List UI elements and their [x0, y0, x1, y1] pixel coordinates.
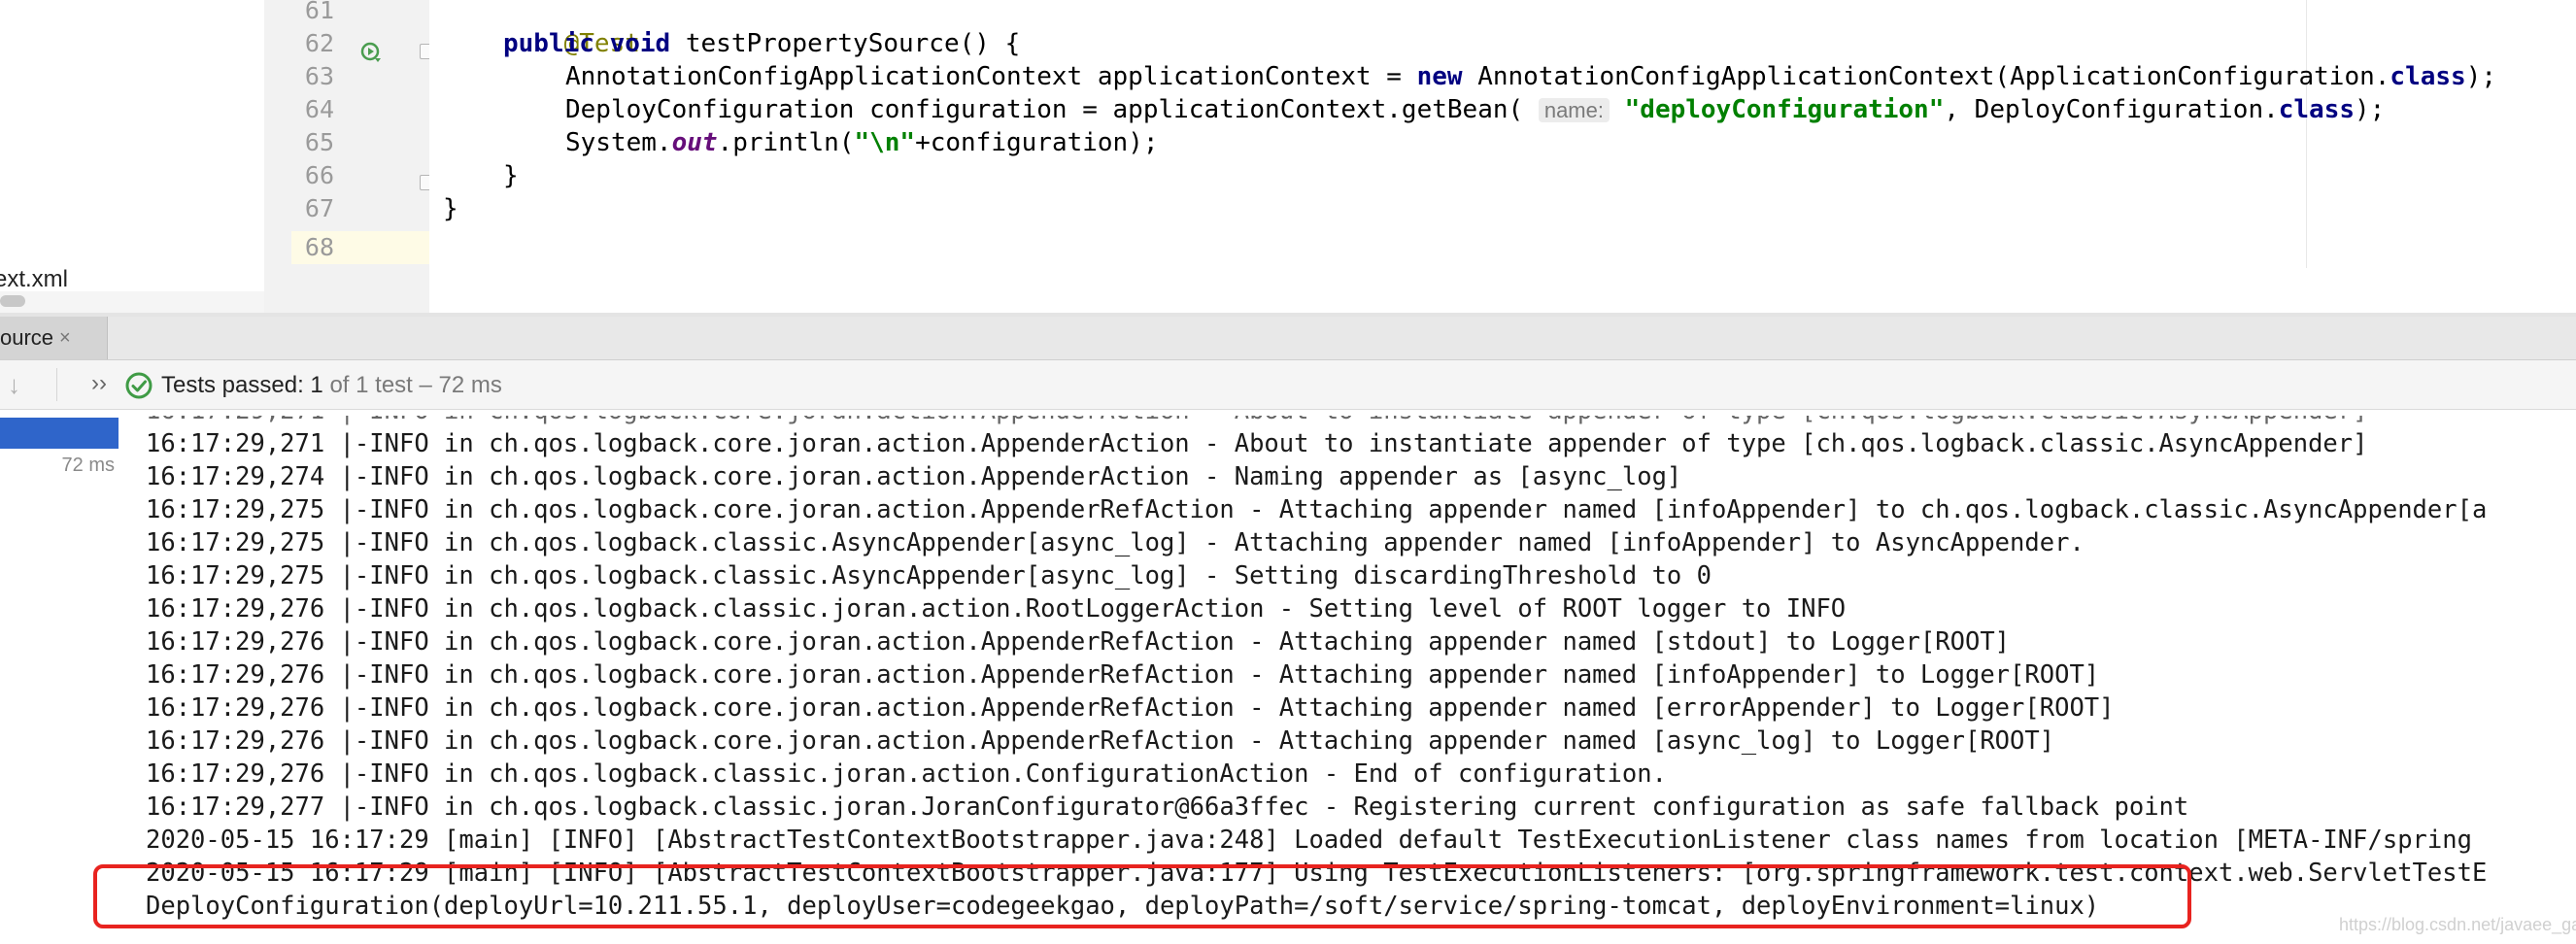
- test-status-text: Tests passed: 1 of 1 test – 72 ms: [161, 372, 502, 399]
- code-text: DeployConfiguration configuration = appl…: [565, 95, 1524, 124]
- code-text: );: [2355, 95, 2386, 124]
- static-field-token: out: [671, 128, 718, 157]
- console-line: 16:17:29,275 |-INFO in ch.qos.logback.cl…: [146, 528, 2085, 557]
- run-toolbar: ↓ ›› Tests passed: 1 of 1 test – 72 ms: [0, 360, 2576, 410]
- code-line-66: }: [503, 161, 519, 190]
- line-number: 63: [304, 62, 334, 90]
- test-name: eek: [0, 452, 36, 476]
- line-number: 65: [304, 128, 334, 156]
- test-results-tree: eek 72 ms 72 ms: [0, 410, 119, 944]
- code-line-67: }: [443, 194, 458, 223]
- watermark: https://blog.csdn.net/javaee_gao: [2339, 915, 2576, 934]
- keyword-token: void: [609, 29, 671, 58]
- console-line: 16:17:29,271 |-INFO in ch.qos.logback.co…: [146, 429, 2368, 458]
- console-line-result: DeployConfiguration(deployUrl=10.211.55.…: [146, 892, 2100, 921]
- test-duration: 72 ms: [61, 485, 115, 506]
- run-tab[interactable]: ource ×: [0, 317, 108, 359]
- code-text: System.: [565, 128, 672, 157]
- console-line: 16:17:29,276 |-INFO in ch.qos.logback.co…: [146, 627, 2011, 657]
- parameter-hint: name:: [1538, 98, 1610, 122]
- test-status-count: 1: [310, 372, 323, 398]
- project-tree-item[interactable]: ext.xml: [0, 266, 68, 293]
- code-line-64: DeployConfiguration configuration = appl…: [565, 93, 2385, 126]
- code-editor[interactable]: @Test public void testPropertySource() {…: [429, 0, 2576, 313]
- tests-passed-icon: [125, 372, 153, 399]
- code-text: +configuration);: [915, 128, 1159, 157]
- run-test-icon[interactable]: [359, 39, 385, 64]
- project-tree-panel: ext.xml: [0, 0, 265, 292]
- code-line-65: System.out.println("\n"+configuration);: [565, 126, 1159, 159]
- right-margin-guide: [2306, 0, 2307, 268]
- console-line: 2020-05-15 16:17:29 [main] [INFO] [Abstr…: [146, 826, 2472, 855]
- project-tree-scrollbar-track[interactable]: [0, 291, 264, 313]
- console-line: 2020-05-15 16:17:29 [main] [INFO] [Abstr…: [146, 859, 2488, 888]
- code-line-63: AnnotationConfigApplicationContext appli…: [565, 60, 2496, 93]
- console-output[interactable]: 16:17:29,271 |-INFO in ch.qos.logback.co…: [119, 410, 2576, 944]
- line-number: 68: [304, 233, 334, 261]
- test-status-prefix: Tests passed:: [161, 372, 311, 398]
- code-text: testPropertySource() {: [670, 29, 1021, 58]
- line-number: 66: [304, 161, 334, 189]
- close-icon[interactable]: ×: [59, 327, 71, 350]
- console-line: 16:17:29,275 |-INFO in ch.qos.logback.co…: [146, 495, 2488, 524]
- console-line: 16:17:29,275 |-INFO in ch.qos.logback.cl…: [146, 561, 1712, 590]
- console-line: 16:17:29,271 |-INFO in ch.qos.logback.co…: [146, 410, 2368, 425]
- keyword-token: class: [2278, 95, 2356, 124]
- console-line: 16:17:29,276 |-INFO in ch.qos.logback.cl…: [146, 759, 1667, 789]
- string-token: "deployConfiguration": [1624, 95, 1945, 124]
- test-tree-row[interactable]: 72 ms: [62, 455, 115, 477]
- run-tab-bar: ource ×: [0, 317, 2576, 360]
- code-text: .println(: [717, 128, 855, 157]
- line-number: 64: [304, 95, 334, 123]
- keyword-token: public: [503, 29, 594, 58]
- panel-divider: [264, 0, 292, 313]
- keyword-token: class: [2390, 62, 2466, 91]
- string-token: "\n": [854, 128, 916, 157]
- line-number: 62: [304, 29, 334, 57]
- code-text: , DeployConfiguration.: [1944, 95, 2279, 124]
- console-line: 16:17:29,276 |-INFO in ch.qos.logback.co…: [146, 726, 2055, 756]
- code-line-62: public void testPropertySource() {: [503, 27, 1020, 60]
- console-line: 16:17:29,277 |-INFO in ch.qos.logback.cl…: [146, 792, 2189, 822]
- console-line: 16:17:29,276 |-INFO in ch.qos.logback.co…: [146, 660, 2100, 690]
- code-text: );: [2465, 62, 2497, 91]
- code-text: AnnotationConfigApplicationContext(Appli…: [1462, 62, 2390, 91]
- console-line: 16:17:29,274 |-INFO in ch.qos.logback.co…: [146, 462, 1682, 491]
- toolbar-separator: [56, 368, 57, 401]
- project-tree-scrollbar-thumb[interactable]: [0, 295, 25, 307]
- code-text: AnnotationConfigApplicationContext appli…: [565, 62, 1417, 91]
- keyword-token: new: [1416, 62, 1463, 91]
- more-actions-icon[interactable]: ››: [91, 370, 107, 397]
- line-number: 61: [304, 0, 334, 24]
- line-number: 67: [304, 194, 334, 222]
- run-tab-label: ource: [0, 325, 54, 350]
- test-status-suffix: of 1 test – 72 ms: [322, 372, 502, 398]
- console-line: 16:17:29,276 |-INFO in ch.qos.logback.co…: [146, 693, 2115, 723]
- down-arrow-icon[interactable]: ↓: [8, 370, 20, 400]
- test-tree-row-selected[interactable]: eek 72 ms: [0, 418, 119, 506]
- console-line: 16:17:29,276 |-INFO in ch.qos.logback.cl…: [146, 594, 1847, 624]
- code-line-61: @Test: [503, 0, 640, 58]
